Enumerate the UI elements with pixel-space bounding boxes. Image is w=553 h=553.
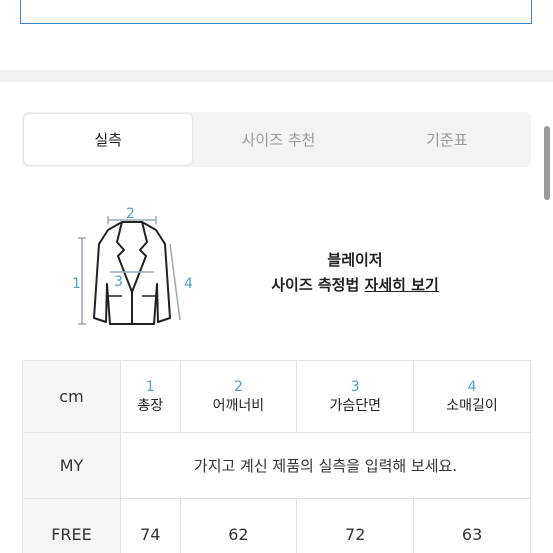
column-name: 가슴단면 xyxy=(329,397,381,414)
scrollbar-thumb[interactable] xyxy=(544,126,550,200)
free-size-row: FREE 74 62 72 63 xyxy=(22,498,531,553)
blazer-diagram-icon: 1 2 3 4 xyxy=(72,206,193,325)
table-cell: 62 xyxy=(179,498,298,553)
my-size-row: MY 가지고 계신 제품의 실측을 입력해 보세요. xyxy=(22,432,531,499)
column-number: 4 xyxy=(467,378,477,395)
section-divider xyxy=(0,70,553,82)
scrollbar[interactable] xyxy=(543,60,553,553)
tab-measurement[interactable]: 실측 xyxy=(23,113,194,166)
measure-guide-label: 사이즈 측정법 xyxy=(271,276,360,294)
table-cell: 72 xyxy=(296,498,415,553)
column-header: 4 소매길이 xyxy=(413,360,531,433)
my-row-label: MY xyxy=(22,432,121,499)
size-tabs: 실측 사이즈 추천 기준표 xyxy=(22,112,531,167)
column-name: 소매길이 xyxy=(446,397,498,414)
marker-3: 3 xyxy=(114,274,123,290)
column-name: 어깨너비 xyxy=(212,397,265,414)
size-table: cm 1 총장 2 어깨너비 3 가슴단면 4 소매길이 MY 가지고 계신 제… xyxy=(22,360,531,553)
column-header: 1 총장 xyxy=(120,360,181,433)
table-cell: 63 xyxy=(413,498,531,553)
marker-4: 4 xyxy=(184,276,193,292)
marker-2: 2 xyxy=(126,206,135,222)
product-type-title: 블레이저 xyxy=(327,251,383,269)
previous-card xyxy=(20,0,532,24)
column-number: 1 xyxy=(145,378,155,395)
measure-guide-line: 사이즈 측정법 자세히 보기 xyxy=(240,272,470,298)
tab-size-chart[interactable]: 기준표 xyxy=(363,112,531,167)
tab-size-recommendation[interactable]: 사이즈 추천 xyxy=(194,112,362,167)
column-number: 3 xyxy=(350,378,360,395)
column-name: 총장 xyxy=(137,397,164,414)
measurement-info: 블레이저 사이즈 측정법 자세히 보기 xyxy=(240,248,470,298)
column-header: 3 가슴단면 xyxy=(296,360,415,433)
table-cell: 74 xyxy=(120,498,181,553)
marker-1: 1 xyxy=(72,276,81,292)
unit-label: cm xyxy=(22,360,121,433)
view-details-link[interactable]: 자세히 보기 xyxy=(365,276,439,294)
my-size-input-prompt[interactable]: 가지고 계신 제품의 실측을 입력해 보세요. xyxy=(120,432,531,499)
column-header: 2 어깨너비 xyxy=(179,360,298,433)
table-header-row: cm 1 총장 2 어깨너비 3 가슴단면 4 소매길이 xyxy=(22,360,531,433)
column-number: 2 xyxy=(233,378,243,395)
free-row-label: FREE xyxy=(22,498,121,553)
